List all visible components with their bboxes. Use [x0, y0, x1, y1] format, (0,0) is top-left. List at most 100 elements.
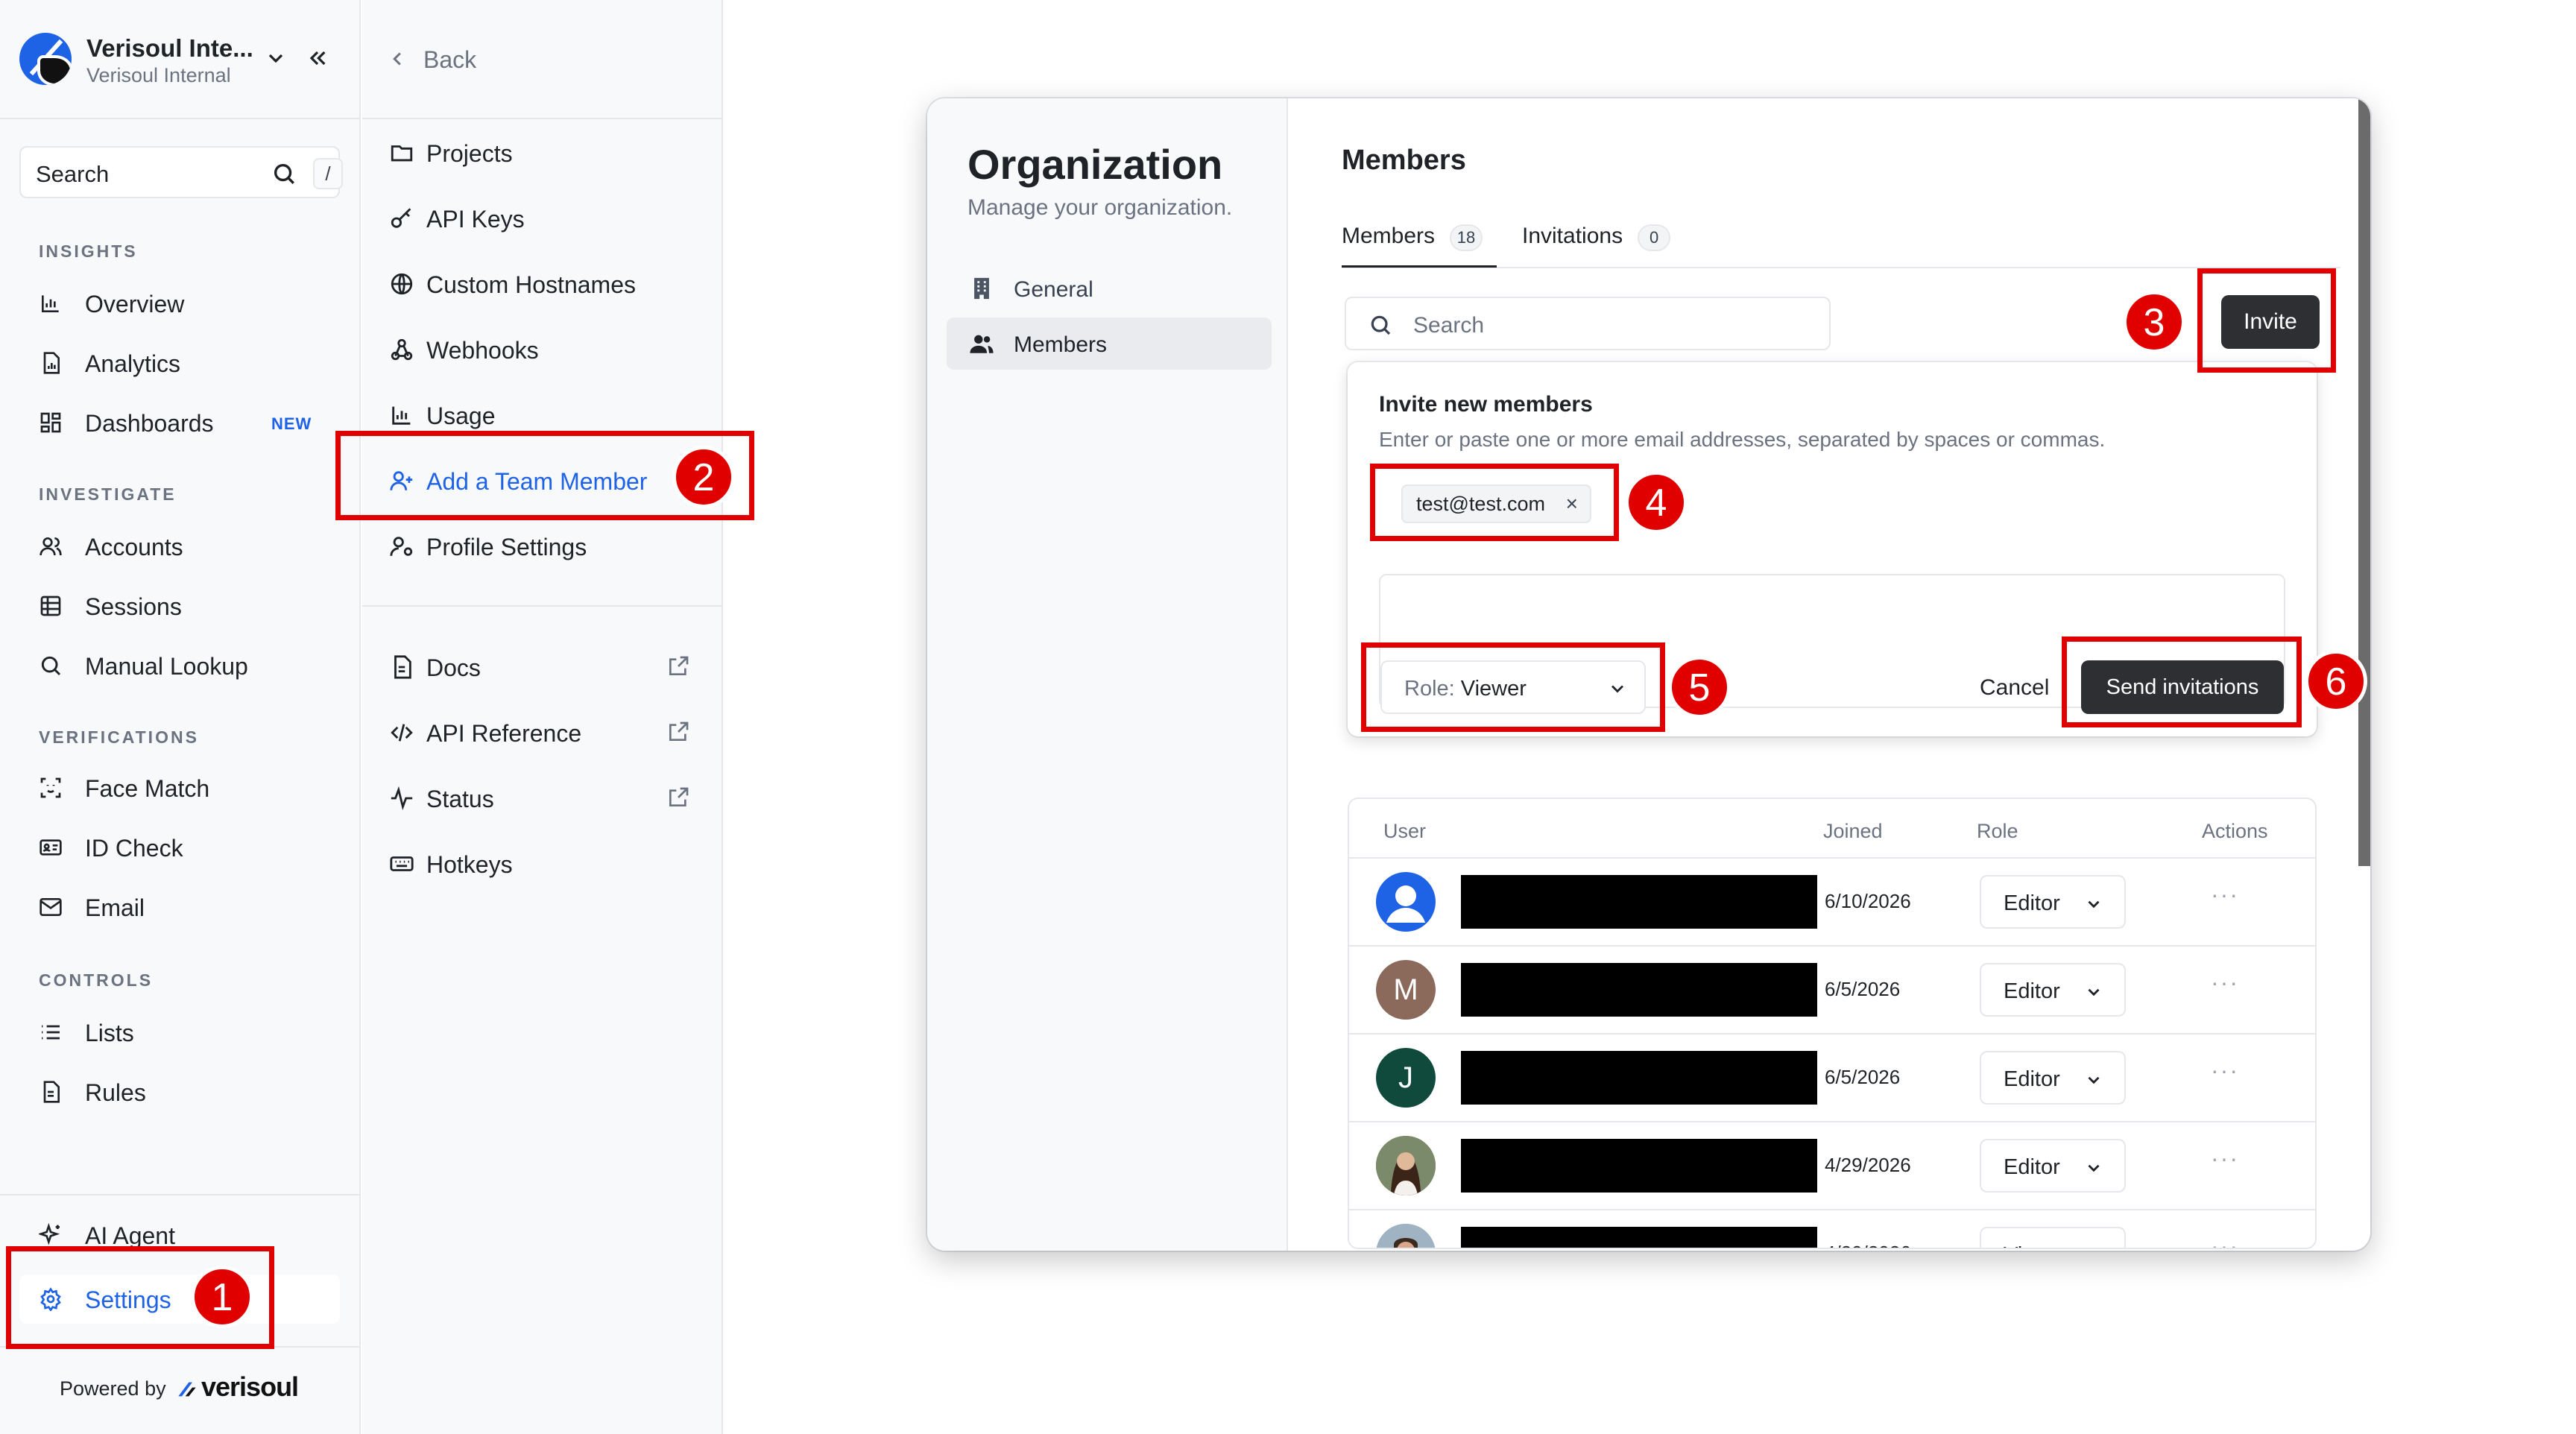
more-actions-icon[interactable]: ··· [2211, 1233, 2239, 1248]
sidebar-item-label: Sessions [85, 593, 182, 620]
webhook-icon [391, 338, 413, 361]
sidebar-item-label: Overview [85, 291, 185, 318]
redacted-user-info [1461, 963, 1817, 1017]
file-text-icon [394, 655, 411, 679]
globe-icon [391, 273, 413, 295]
members-search-input[interactable]: Search [1345, 297, 1831, 350]
settings-item-api-reference[interactable]: API Reference [379, 708, 707, 757]
verisoul-logo[interactable]: verisoul [201, 1371, 299, 1403]
workspace-switcher[interactable]: Verisoul Inte... Verisoul Internal [0, 0, 361, 119]
settings-item-api-keys[interactable]: API Keys [379, 194, 707, 243]
building-icon [974, 277, 989, 300]
chevron-down-icon [2088, 988, 2100, 996]
joined-date: 4/20/2026 [1825, 1242, 1911, 1248]
role-dropdown[interactable]: Viewer [1980, 1227, 2126, 1249]
settings-item-custom-hostnames[interactable]: Custom Hostnames [379, 259, 707, 309]
table-row: 4/20/2026 Viewer ··· [1349, 1209, 2315, 1249]
back-button[interactable]: Back [386, 43, 610, 76]
column-header-actions: Actions [2202, 820, 2268, 842]
more-actions-icon[interactable]: ··· [2211, 969, 2239, 996]
sidebar-item-manual-lookup[interactable]: Manual Lookup [19, 641, 340, 690]
organization-subtitle: Manage your organization. [967, 195, 1233, 220]
users-icon [970, 335, 994, 353]
sidebar-item-email[interactable]: Email [19, 882, 340, 932]
file-chart-icon [43, 352, 60, 374]
sidebar-item-sessions[interactable]: Sessions [19, 581, 340, 631]
id-card-icon [40, 839, 62, 856]
sidebar-item-face-match[interactable]: Face Match [19, 763, 340, 812]
tab-invitations[interactable]: Invitations 0 [1522, 224, 1671, 268]
powered-by-label: Powered by [60, 1377, 166, 1400]
divider [362, 118, 723, 119]
settings-item-docs[interactable]: Docs [379, 642, 707, 692]
annotation-number-4: 4 [1625, 471, 1688, 534]
sidebar-item-id-check[interactable]: ID Check [19, 823, 340, 872]
more-actions-icon[interactable]: ··· [2211, 1057, 2239, 1084]
annotation-number-2: 2 [672, 446, 735, 508]
cancel-button[interactable]: Cancel [1980, 675, 2049, 701]
workspace-name: Verisoul Inte... [86, 34, 253, 62]
settings-item-webhooks[interactable]: Webhooks [379, 325, 707, 374]
table-row: 6/10/2026 Editor ··· [1349, 857, 2315, 945]
avatar-photo [1376, 1136, 1436, 1195]
table-icon [40, 596, 61, 616]
joined-date: 6/5/2026 [1825, 978, 1901, 1000]
sidebar-item-analytics[interactable]: Analytics [19, 338, 340, 388]
chevron-down-icon [2094, 1246, 2114, 1249]
sidebar-item-lists[interactable]: Lists [19, 1008, 340, 1057]
workspace-logo [19, 33, 72, 85]
user-cog-icon [390, 537, 413, 556]
bar-chart-icon [392, 406, 411, 425]
sidebar-item-accounts[interactable]: Accounts [19, 522, 340, 571]
settings-item-label: Docs [426, 654, 481, 681]
settings-item-projects[interactable]: Projects [379, 128, 707, 177]
external-link-icon [669, 656, 689, 675]
joined-date: 6/10/2026 [1825, 890, 1911, 912]
joined-date: 6/5/2026 [1825, 1066, 1901, 1088]
role-dropdown[interactable]: Editor [1980, 1139, 2126, 1193]
settings-item-status[interactable]: Status [379, 774, 707, 823]
annotation-number-1: 1 [191, 1266, 253, 1328]
code-icon [391, 724, 413, 742]
collapse-sidebar-icon[interactable] [306, 46, 329, 70]
redacted-user-info [1461, 1227, 1817, 1248]
table-row: 4/29/2026 Editor ··· [1349, 1121, 2315, 1209]
user-icon [1386, 885, 1425, 923]
role-label: Viewer [2004, 1243, 2069, 1248]
verisoul-mark-icon [178, 1382, 196, 1397]
settings-item-profile-settings[interactable]: Profile Settings [379, 522, 707, 571]
org-nav-general[interactable]: General [947, 262, 1272, 315]
role-dropdown[interactable]: Editor [1980, 1051, 2126, 1105]
org-nav-members[interactable]: Members [947, 318, 1272, 370]
settings-item-label: Webhooks [426, 337, 539, 364]
role-dropdown[interactable]: Editor [1980, 875, 2126, 929]
sidebar-search[interactable]: Search / [19, 146, 343, 198]
sidebar-item-rules[interactable]: Rules [19, 1067, 340, 1116]
search-icon [274, 163, 294, 184]
sparkles-icon [39, 1223, 60, 1245]
more-actions-icon[interactable]: ··· [2211, 881, 2239, 909]
table-row: J 6/5/2026 Editor ··· [1349, 1033, 2315, 1121]
external-link-icon [669, 721, 689, 741]
avatar: J [1376, 1048, 1436, 1108]
section-label-insights: INSIGHTS [39, 241, 138, 261]
chevron-down-icon[interactable] [264, 46, 288, 70]
activity-icon [391, 786, 413, 811]
file-text-icon [43, 1081, 60, 1103]
more-actions-icon[interactable]: ··· [2211, 1145, 2239, 1172]
tab-members[interactable]: Members 18 [1342, 224, 1483, 268]
back-label: Back [423, 46, 477, 73]
active-tab-indicator [1342, 265, 1497, 268]
key-icon [391, 208, 411, 228]
joined-date: 4/29/2026 [1825, 1154, 1911, 1176]
settings-item-hotkeys[interactable]: Hotkeys [379, 839, 707, 888]
role-dropdown[interactable]: Editor [1980, 963, 2126, 1017]
invite-card-description: Enter or paste one or more email address… [1379, 428, 2106, 451]
settings-item-label: Hotkeys [426, 851, 513, 878]
sidebar-item-overview[interactable]: Overview [19, 279, 340, 328]
sidebar-item-dashboards[interactable]: Dashboards NEW [19, 398, 340, 447]
sidebar-item-label: Dashboards [85, 410, 214, 437]
modal-scrollbar[interactable] [2358, 98, 2370, 866]
count-badge: 18 [1450, 224, 1483, 251]
bar-chart-icon [42, 295, 59, 312]
